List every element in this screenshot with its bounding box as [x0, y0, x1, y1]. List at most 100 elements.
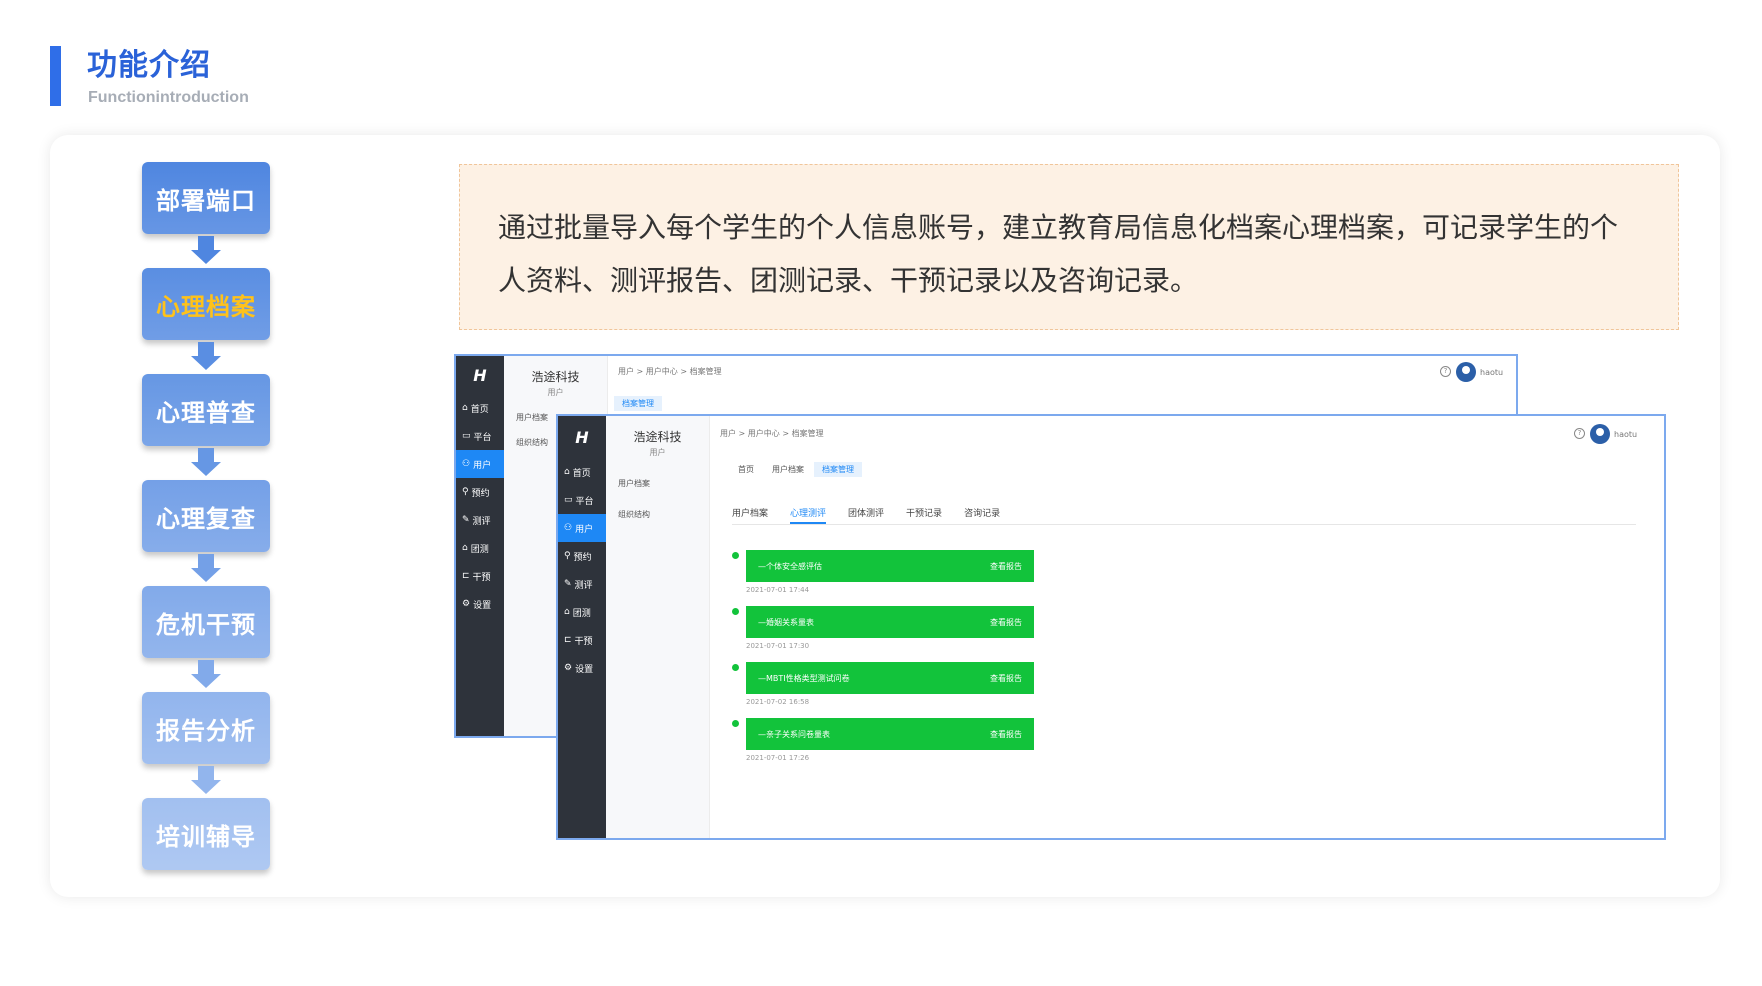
- app-logo: H: [575, 427, 589, 447]
- nav-item-group[interactable]: ⌂ 团测: [456, 534, 504, 562]
- platform-icon: ▭: [564, 495, 573, 505]
- brand-sub-back: 用户: [547, 388, 564, 397]
- nav-item-label: 团测: [470, 544, 489, 555]
- nav-list-back: ⌂ 首页 ▭ 平台 ⚇ 用户 ⚲ 预约 ✎ 测评 ⌂ 团测 ⊏ 干预 ⚙ 设置: [456, 394, 504, 618]
- record-name: —个体安全感评估: [758, 561, 822, 571]
- assessment-record[interactable]: —MBTI性格类型测试问卷 查看报告: [746, 662, 1034, 694]
- sub-menu-item-org[interactable]: 组织结构: [606, 509, 709, 520]
- flow-arrow-down-icon: [191, 554, 221, 584]
- nav-item-home[interactable]: ⌂ 首页: [558, 458, 606, 486]
- flow-step-4: 心理复查: [142, 480, 270, 552]
- intervene-icon: ⊏: [462, 571, 470, 581]
- nav-item-intervene[interactable]: ⊏ 干预: [558, 626, 606, 654]
- record-tabs: 用户档案 心理测评 团体测评 干预记录 咨询记录: [732, 506, 1000, 524]
- record-tab-3[interactable]: 团体测评: [848, 506, 884, 524]
- sub-menu-item-user-archive[interactable]: 用户档案: [606, 478, 709, 489]
- nav-item-label: 用户: [473, 460, 492, 471]
- tab-home[interactable]: 首页: [738, 464, 754, 475]
- record-tab-1[interactable]: 用户档案: [732, 506, 768, 524]
- nav-item-home[interactable]: ⌂ 首页: [456, 394, 504, 422]
- app-logo-back: H: [473, 365, 487, 385]
- record-tabs-divider: [732, 524, 1636, 525]
- nav-item-label: 测评: [472, 516, 491, 527]
- tab-archive-management-back[interactable]: 档案管理: [614, 396, 662, 411]
- nav-item-label: 干预: [472, 572, 491, 583]
- assess-icon: ✎: [462, 515, 470, 525]
- nav-item-booking[interactable]: ⚲ 预约: [456, 478, 504, 506]
- nav-item-user[interactable]: ⚇ 用户: [456, 450, 504, 478]
- record-tab-5[interactable]: 咨询记录: [964, 506, 1000, 524]
- page-title: 功能介绍: [87, 48, 211, 83]
- settings-icon: ⚙: [564, 663, 573, 673]
- archive-content-panel: 用户档案 心理测评 团体测评 干预记录 咨询记录 —个体安全感评估 查看报告 2021-07…: [720, 492, 1656, 832]
- assessment-record[interactable]: —个体安全感评估 查看报告: [746, 550, 1034, 582]
- username-front[interactable]: haotu: [1614, 430, 1637, 439]
- tab-user-archive[interactable]: 用户档案: [772, 464, 804, 475]
- nav-item-intervene[interactable]: ⊏ 干预: [456, 562, 504, 590]
- brand-sub: 用户: [649, 448, 666, 457]
- booking-icon: ⚲: [462, 487, 469, 497]
- help-icon[interactable]: ?: [1440, 366, 1451, 377]
- nav-item-settings[interactable]: ⚙ 设置: [558, 654, 606, 682]
- assess-icon: ✎: [564, 579, 572, 589]
- nav-item-label: 首页: [470, 404, 489, 415]
- page-tabs-back: 档案管理: [614, 396, 662, 411]
- nav-item-label: 平台: [473, 432, 492, 443]
- record-name: —亲子关系问卷量表: [758, 729, 830, 739]
- nav-item-label: 团测: [572, 608, 591, 619]
- intervene-icon: ⊏: [564, 635, 572, 645]
- flow-arrow-down-icon: [191, 448, 221, 478]
- timeline-dot: [732, 664, 739, 671]
- settings-icon: ⚙: [462, 599, 471, 609]
- nav-item-label: 预约: [471, 488, 490, 499]
- record-tab-2[interactable]: 心理测评: [790, 506, 827, 524]
- nav-item-label: 干预: [574, 636, 593, 647]
- username[interactable]: haotu: [1480, 368, 1503, 377]
- record-timestamp: 2021-07-01 17:44: [746, 586, 810, 594]
- group-icon: ⌂: [564, 607, 570, 617]
- timeline-dot: [732, 608, 739, 615]
- record-tab-4[interactable]: 干预记录: [906, 506, 942, 524]
- nav-item-label: 平台: [575, 496, 594, 507]
- avatar[interactable]: [1456, 362, 1476, 382]
- flow-step-3: 心理普查: [142, 374, 270, 446]
- nav-item-group[interactable]: ⌂ 团测: [558, 598, 606, 626]
- view-report-link[interactable]: 查看报告: [990, 617, 1022, 628]
- assessment-record[interactable]: —婚姻关系量表 查看报告: [746, 606, 1034, 638]
- nav-item-label: 用户: [575, 524, 594, 535]
- flow-step-2: 心理档案: [142, 268, 270, 340]
- flow-arrow-down-icon: [191, 236, 221, 266]
- brand-name: 浩途科技: [633, 430, 682, 444]
- flow-arrow-down-icon: [191, 660, 221, 690]
- page-tabs: 首页 用户档案 档案管理: [738, 462, 862, 477]
- flow-step-7: 培训辅导: [142, 798, 270, 870]
- avatar-front[interactable]: [1590, 424, 1610, 444]
- header-accent-bar: [50, 46, 61, 106]
- view-report-link[interactable]: 查看报告: [990, 729, 1022, 740]
- nav-list: ⌂ 首页 ▭ 平台 ⚇ 用户 ⚲ 预约 ✎ 测评 ⌂ 团测 ⊏ 干预 ⚙ 设置: [558, 458, 606, 682]
- nav-item-label: 设置: [473, 600, 492, 611]
- brand-name-back: 浩途科技: [531, 370, 580, 384]
- record-timestamp: 2021-07-02 16:58: [746, 698, 810, 706]
- nav-item-platform[interactable]: ▭ 平台: [558, 486, 606, 514]
- home-icon: ⌂: [462, 403, 468, 413]
- nav-item-assess[interactable]: ✎ 测评: [456, 506, 504, 534]
- tab-archive-management[interactable]: 档案管理: [814, 462, 862, 477]
- description-box: 通过批量导入每个学生的个人信息账号，建立教育局信息化档案心理档案，可记录学生的个…: [459, 164, 1679, 330]
- nav-item-label: 测评: [574, 580, 593, 591]
- view-report-link[interactable]: 查看报告: [990, 673, 1022, 684]
- nav-item-user[interactable]: ⚇ 用户: [558, 514, 606, 542]
- sub-menu: 浩途科技 用户 用户档案 组织结构: [606, 416, 710, 838]
- nav-item-booking[interactable]: ⚲ 预约: [558, 542, 606, 570]
- view-report-link[interactable]: 查看报告: [990, 561, 1022, 572]
- nav-item-assess[interactable]: ✎ 测评: [558, 570, 606, 598]
- group-icon: ⌂: [462, 543, 468, 553]
- nav-item-platform[interactable]: ▭ 平台: [456, 422, 504, 450]
- assessment-record[interactable]: —亲子关系问卷量表 查看报告: [746, 718, 1034, 750]
- help-icon-front[interactable]: ?: [1574, 428, 1585, 439]
- flow-step-6: 报告分析: [142, 692, 270, 764]
- flow-arrow-down-icon: [191, 342, 221, 372]
- nav-item-settings[interactable]: ⚙ 设置: [456, 590, 504, 618]
- record-name: —婚姻关系量表: [758, 617, 814, 627]
- breadcrumb: 用户 > 用户中心 > 档案管理: [720, 429, 824, 438]
